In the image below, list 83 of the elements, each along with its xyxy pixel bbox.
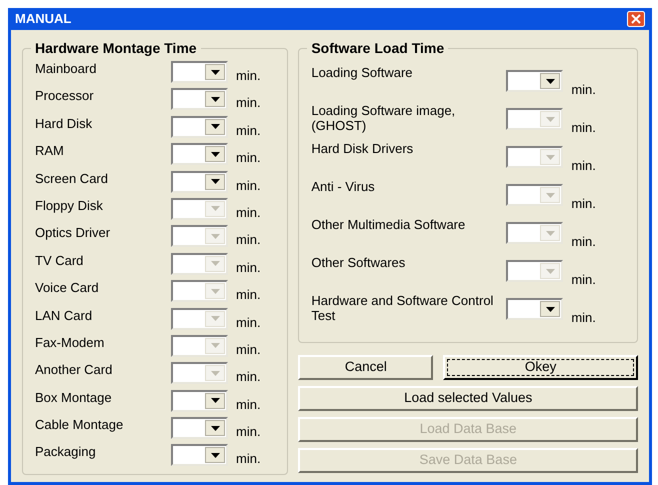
field-label: Other Softwares: [311, 255, 406, 270]
caret-icon: [210, 398, 220, 404]
field-label: Anti - Virus: [311, 179, 376, 194]
caret-icon: [546, 78, 555, 84]
field-label: Voice Card: [35, 280, 100, 296]
dropdown[interactable]: [506, 70, 564, 92]
unit-label: min.: [236, 369, 261, 384]
field-label: Loading Software: [311, 65, 414, 80]
dialog-button[interactable]: Load selected Values: [298, 386, 638, 411]
field-label: TV Card: [35, 252, 84, 268]
field-label: Hard Disk: [35, 116, 94, 131]
unit-label: min.: [236, 204, 261, 220]
field-label: Cable Montage: [35, 417, 124, 432]
field-label: Mainboard: [35, 61, 98, 76]
dropdown[interactable]: [171, 88, 228, 110]
caret-icon: [546, 268, 555, 274]
caret-icon: [210, 96, 220, 102]
caret-icon: [210, 426, 220, 431]
unit-label: min.: [236, 314, 261, 330]
caret-icon: [546, 306, 555, 312]
unit-label: min.: [571, 158, 596, 173]
field-label: Box Montage: [35, 390, 113, 405]
unit-label: min.: [571, 120, 596, 135]
caret-icon: [210, 370, 220, 376]
caret-icon: [210, 261, 220, 266]
dropdown[interactable]: [171, 61, 228, 83]
unit-label: min.: [236, 342, 261, 357]
unit-label: min.: [571, 310, 596, 325]
field-label: Other Multimedia Software: [311, 217, 466, 232]
dropdown[interactable]: [171, 390, 228, 412]
caret-icon: [210, 179, 220, 184]
group-title: Hardware Montage Time: [34, 39, 198, 58]
caret-icon: [546, 154, 555, 160]
field-label: Screen Card: [35, 170, 109, 186]
unit-label: min.: [236, 122, 261, 138]
dialog-button[interactable]: Okey: [443, 355, 638, 380]
dialog-button[interactable]: Cancel: [298, 355, 434, 380]
caret-icon: [210, 70, 220, 74]
field-label: Fax-Modem: [35, 334, 106, 350]
caret-icon: [210, 288, 220, 294]
caret-icon: [210, 343, 220, 348]
unit-label: min.: [236, 68, 261, 83]
caret-icon: [210, 234, 220, 239]
caret-icon: [210, 206, 220, 212]
unit-label: min.: [236, 287, 261, 302]
close-icon[interactable]: [627, 11, 645, 27]
caret-icon: [546, 192, 555, 198]
caret-icon: [210, 124, 220, 130]
unit-label: min.: [236, 232, 261, 248]
dropdown[interactable]: [506, 298, 564, 320]
unit-label: min.: [571, 234, 596, 249]
unit-label: min.: [571, 196, 596, 211]
field-label: RAM: [35, 143, 65, 158]
field-label: Loading Software image, (GHOST): [311, 103, 456, 133]
caret-icon: [546, 116, 555, 122]
field-label: Packaging: [35, 444, 97, 460]
field-label: Hardware and Software Control Test: [311, 293, 494, 323]
caret-icon: [546, 230, 555, 236]
window-title: MANUAL: [15, 10, 72, 28]
field-label: Processor: [35, 88, 95, 104]
dropdown[interactable]: [171, 444, 228, 466]
dropdown[interactable]: [171, 170, 228, 193]
field-label: LAN Card: [35, 308, 94, 323]
field-label: Another Card: [35, 362, 114, 378]
field-label: Optics Driver: [35, 225, 112, 240]
unit-label: min.: [236, 451, 261, 466]
unit-label: min.: [236, 178, 261, 193]
unit-label: min.: [236, 424, 261, 440]
caret-icon: [210, 316, 220, 322]
unit-label: min.: [236, 150, 261, 166]
caret-icon: [210, 152, 220, 157]
unit-label: min.: [571, 82, 596, 97]
unit-label: min.: [571, 272, 596, 287]
unit-label: min.: [236, 396, 261, 412]
dropdown[interactable]: [171, 417, 228, 440]
unit-label: min.: [236, 95, 261, 110]
caret-icon: [210, 452, 220, 458]
unit-label: min.: [236, 260, 261, 275]
dropdown[interactable]: [171, 143, 228, 166]
field-label: Hard Disk Drivers: [311, 141, 414, 156]
field-label: Floppy Disk: [35, 198, 104, 213]
group-title: Software Load Time: [310, 39, 446, 58]
dropdown[interactable]: [171, 116, 228, 138]
